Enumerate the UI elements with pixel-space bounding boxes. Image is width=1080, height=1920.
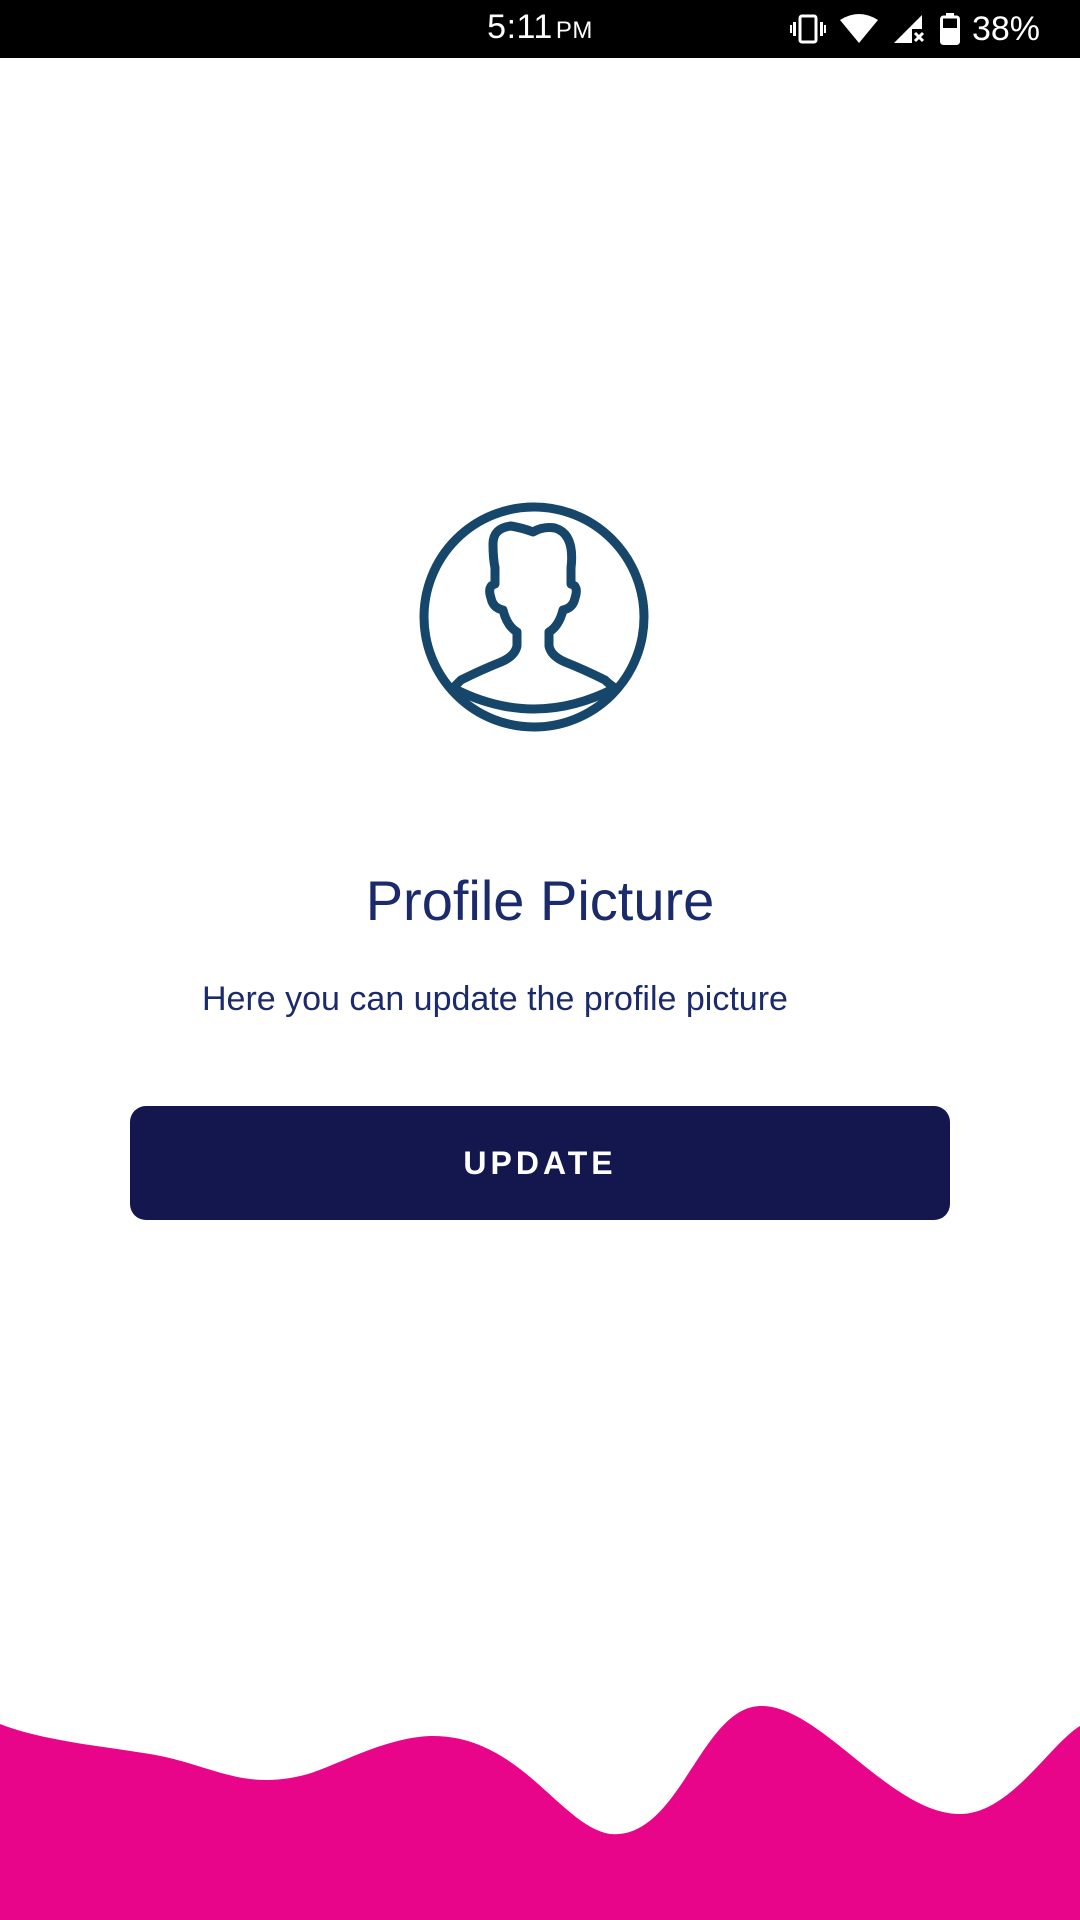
update-button[interactable]: UPDATE <box>130 1106 950 1220</box>
page-subtitle: Here you can update the profile picture <box>202 980 788 1018</box>
status-icons: 38% <box>789 8 1040 50</box>
status-time-ampm: PM <box>555 17 593 44</box>
page-title: Profile Picture <box>365 869 715 932</box>
status-bar: 5:11 PM 38% <box>0 0 1080 58</box>
decorative-wave <box>0 1705 1080 1920</box>
signal-no-data-icon <box>892 13 926 45</box>
status-time-value: 5:11 <box>487 8 553 46</box>
battery-percentage: 38% <box>971 9 1040 48</box>
user-silhouette-icon <box>415 498 653 736</box>
battery-icon <box>939 13 960 45</box>
profile-picture-screen: 5:11 PM 38% Profile Picture Here you can… <box>0 0 1080 1920</box>
vibrate-icon <box>789 14 826 44</box>
wifi-icon <box>839 14 878 44</box>
